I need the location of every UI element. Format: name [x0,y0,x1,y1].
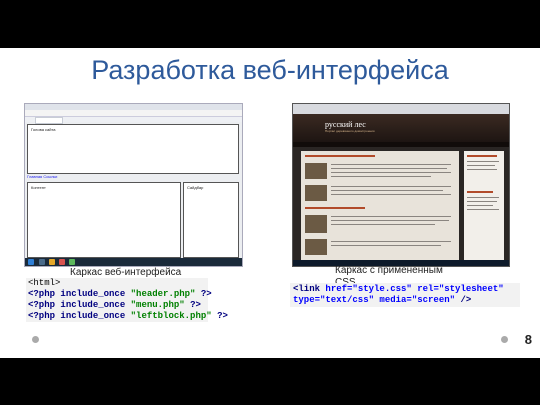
site-content [301,151,459,263]
text-line [331,190,443,191]
site-logo: русский лес [325,120,366,129]
text-line [331,168,447,169]
sidebar-heading [467,155,497,157]
styled-site-screenshot: русский лес Портал деревянного домострое… [292,103,510,267]
sidebar-link [467,201,497,202]
sidebar-link [467,205,493,206]
text-line [331,245,441,246]
slide: Разработка веб-интерфейса Голова сайта Г… [0,48,540,358]
content-image [305,239,327,255]
site-sidebar [464,151,504,263]
search-icon [39,259,45,265]
header-box-label: Голова сайта [31,127,56,132]
css-link-code-block: <link href="style.css" rel="stylesheet" … [290,283,520,307]
content-heading [305,155,375,157]
php-code-block: <html> <?php include_once "header.php" ?… [26,278,228,322]
text-line [331,172,451,173]
text-line [331,164,451,165]
text-line [331,216,451,217]
app-icon [69,259,75,265]
header-box: Голова сайта [27,124,239,174]
folder-icon [49,259,55,265]
sidebar-box: Сайдбар [183,182,239,258]
sidebar-link [467,197,499,198]
code-line: <html> [28,278,61,288]
start-icon [28,259,34,265]
content-image [305,215,327,233]
code-line: <?php include_once "header.php" ?> [28,289,212,299]
next-slide-button[interactable] [501,336,508,343]
content-image [305,163,327,179]
text-line [331,194,451,195]
sidebar-link [467,161,499,162]
sidebar-link [467,209,499,210]
browser-chrome [293,104,509,114]
wireframe-screenshot: Голова сайта Главная Ссылки Контент Сайд… [24,103,243,267]
content-box: Контент [27,182,181,258]
text-line [331,186,451,187]
code-line: <?php include_once "leftblock.php" ?> [28,311,228,321]
code-line: type="text/css" media="screen" /> [293,295,472,305]
content-box-label: Контент [31,185,46,190]
previous-slide-button[interactable] [32,336,39,343]
content-image [305,185,327,201]
text-line [331,241,451,242]
code-line: <link href="style.css" rel="stylesheet" [293,284,504,294]
code-line: <?php include_once "menu.php" ?> [28,300,201,310]
browser-bookmarks-bar [25,117,242,124]
text-line [331,176,431,177]
page-number: 8 [524,332,532,347]
sidebar-link [467,165,495,166]
site-tagline: Портал деревянного домостроения [325,129,375,133]
browser-icon [59,259,65,265]
browser-address-bar [25,110,242,117]
text-line [331,220,449,221]
browser-tab [35,117,63,124]
os-taskbar [25,258,242,266]
menu-links: Главная Ссылки [27,174,58,179]
text-line [331,224,435,225]
content-heading [305,207,365,209]
slide-title: Разработка веб-интерфейса [91,55,449,85]
sidebar-box-label: Сайдбар [187,185,204,190]
site-nav [293,142,509,155]
sidebar-link [467,169,497,170]
sidebar-heading [467,191,493,193]
